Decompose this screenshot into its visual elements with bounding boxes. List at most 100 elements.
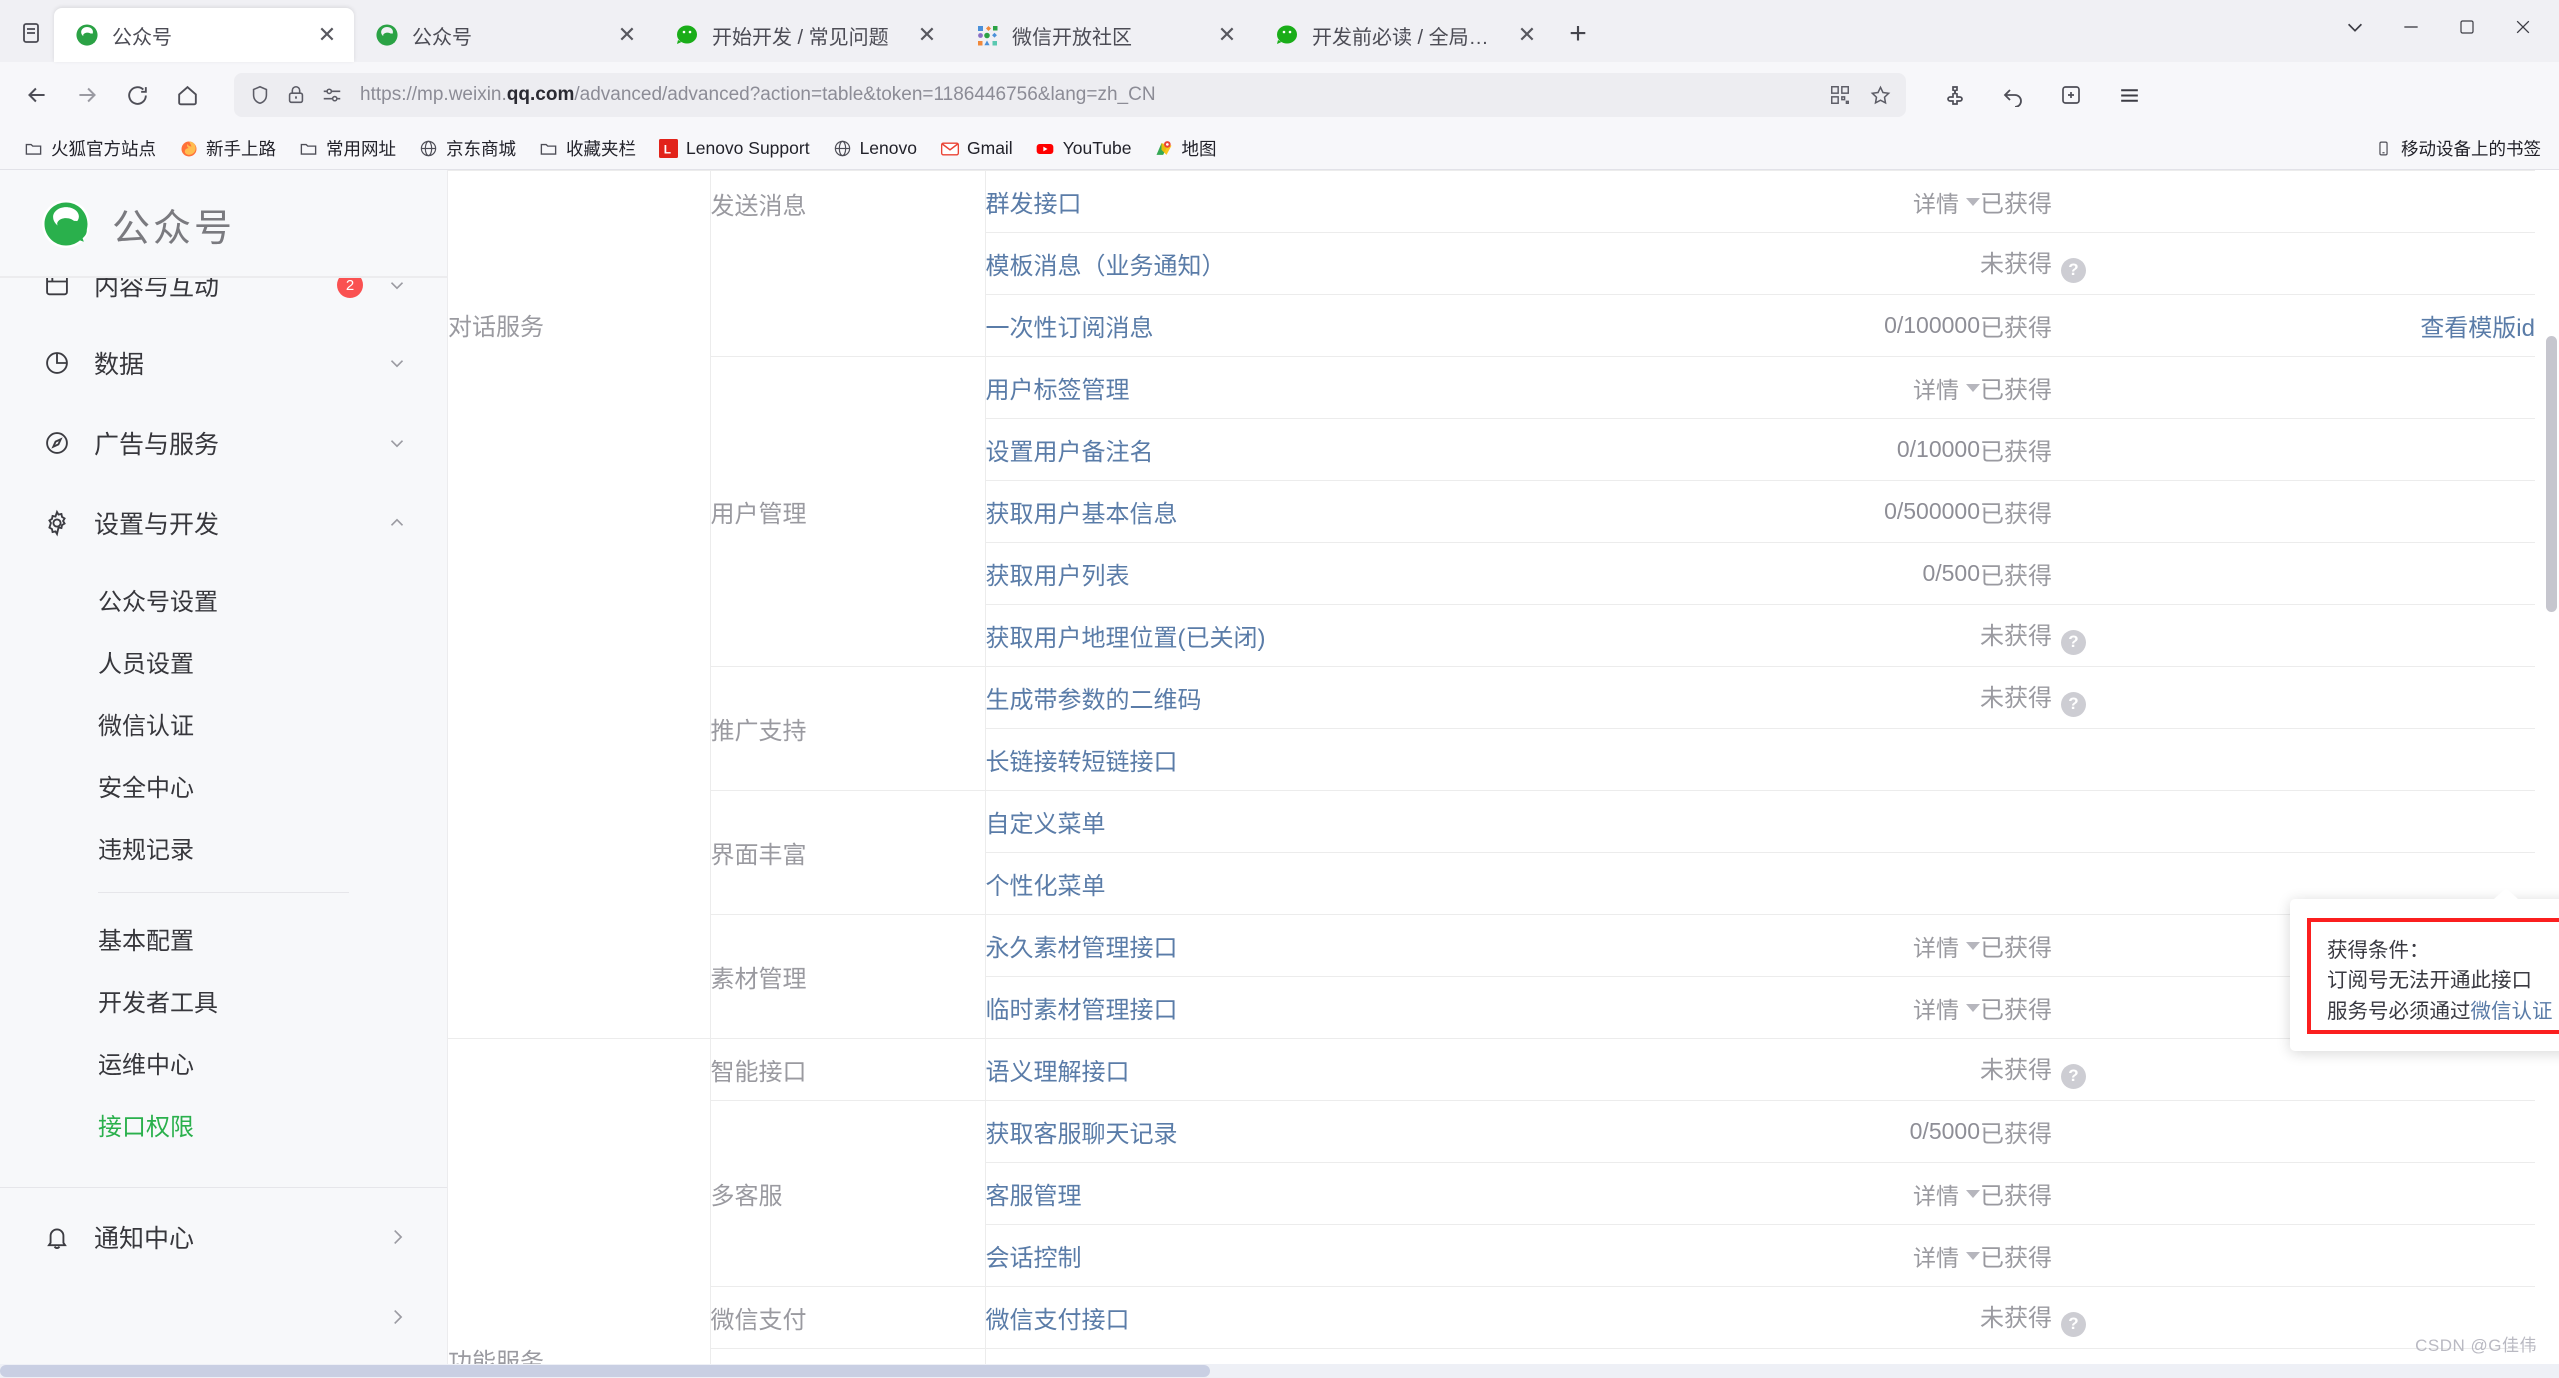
tab-close-icon[interactable]: ✕: [1514, 22, 1540, 48]
api-link[interactable]: 客服管理: [986, 1183, 1082, 1210]
browser-tab-0[interactable]: 公众号 ✕: [54, 8, 354, 62]
home-button-icon[interactable]: [164, 72, 210, 118]
sidebar-item-developer-tools[interactable]: 开发者工具: [0, 969, 447, 1031]
api-link[interactable]: 个性化菜单: [986, 873, 1106, 900]
sidebar-item-ads-services[interactable]: 广告与服务: [0, 412, 447, 474]
browser-menu-icon[interactable]: [2106, 72, 2152, 118]
sidebar-item-violation-records[interactable]: 违规记录: [0, 816, 447, 878]
tab-list-button[interactable]: [8, 10, 54, 56]
vertical-scrollbar-thumb[interactable]: [2546, 336, 2557, 612]
minimize-button[interactable]: [2385, 6, 2437, 48]
bookmark-item-1[interactable]: 新手上路: [169, 132, 285, 165]
api-link[interactable]: 获取用户列表: [986, 563, 1130, 590]
sidebar-item-content[interactable]: 内容与互动 2: [0, 278, 447, 316]
sidebar-item-notification-center[interactable]: 通知中心: [0, 1206, 447, 1268]
tab-close-icon[interactable]: ✕: [914, 22, 940, 48]
api-link[interactable]: 获取用户基本信息: [986, 501, 1178, 528]
sidebar-item-api-permissions[interactable]: 接口权限: [0, 1093, 447, 1155]
horizontal-scrollbar[interactable]: [0, 1364, 2559, 1378]
api-link[interactable]: 一次性订阅消息: [986, 315, 1154, 342]
tooltip-line-1: 订阅号无法开通此接口: [2327, 969, 2532, 993]
extensions-icon[interactable]: [1932, 72, 1978, 118]
api-link[interactable]: 微信支付接口: [986, 1307, 1130, 1334]
bookmark-item-5[interactable]: L Lenovo Support: [649, 134, 819, 163]
table-cell-api-name: 微信支付接口: [985, 1286, 1685, 1349]
new-tab-button[interactable]: +: [1554, 10, 1602, 58]
qr-code-icon[interactable]: [1828, 83, 1852, 107]
api-link[interactable]: 获取客服聊天记录: [986, 1121, 1178, 1148]
back-button-icon[interactable]: [14, 72, 60, 118]
help-icon[interactable]: ?: [2061, 629, 2086, 655]
detail-dropdown[interactable]: 详情: [1913, 991, 1980, 1025]
save-to-collection-icon[interactable]: [2048, 72, 2094, 118]
sidebar-item-staff-settings[interactable]: 人员设置: [0, 630, 447, 692]
tab-overflow-chevron-down-icon[interactable]: [2329, 6, 2381, 48]
table-cell-quota: 详情: [1685, 356, 1980, 419]
maximize-button[interactable]: [2441, 6, 2493, 48]
tab-close-icon[interactable]: ✕: [314, 22, 340, 48]
tab-close-icon[interactable]: ✕: [614, 22, 640, 48]
wechat-certification-link[interactable]: 微信认证: [2471, 1000, 2553, 1023]
table-cell-quota: [1685, 852, 1980, 915]
bookmark-mobile-folder[interactable]: 移动设备上的书签: [2364, 132, 2545, 165]
sidebar-item-operations-center[interactable]: 运维中心: [0, 1031, 447, 1093]
sidebar-item-security-center[interactable]: 安全中心: [0, 754, 447, 816]
table-cell-api-name: 客服管理: [985, 1162, 1685, 1225]
api-link[interactable]: 生成带参数的二维码: [986, 687, 1202, 714]
close-window-button[interactable]: [2497, 6, 2549, 48]
sidebar-item-wechat-certification[interactable]: 微信认证: [0, 692, 447, 754]
address-bar[interactable]: https://mp.weixin.qq.com/advanced/advanc…: [234, 73, 1906, 117]
api-link[interactable]: 设置用户备注名: [986, 439, 1154, 466]
help-icon[interactable]: ?: [2061, 1311, 2086, 1337]
bookmark-star-icon[interactable]: [1868, 83, 1892, 107]
bookmark-item-4[interactable]: 收藏夹栏: [529, 132, 645, 165]
reload-button-icon[interactable]: [114, 72, 160, 118]
api-link[interactable]: 自定义菜单: [986, 811, 1106, 838]
api-link[interactable]: 会话控制: [986, 1245, 1082, 1272]
shield-icon[interactable]: [248, 83, 272, 107]
api-link[interactable]: 模板消息（业务通知）: [986, 253, 1226, 280]
lock-warning-icon[interactable]: [284, 83, 308, 107]
bookmark-item-3[interactable]: 京东商城: [409, 132, 525, 165]
help-icon[interactable]: ?: [2061, 691, 2086, 717]
sidebar-item-mp-settings[interactable]: 公众号设置: [0, 568, 447, 630]
page-settings-icon[interactable]: [320, 83, 344, 107]
sidebar-item-data[interactable]: 数据: [0, 332, 447, 394]
api-link[interactable]: 长链接转短链接口: [986, 749, 1178, 776]
detail-dropdown[interactable]: 详情: [1913, 929, 1980, 963]
vertical-scrollbar[interactable]: [2543, 170, 2559, 1378]
history-back-arrow-icon[interactable]: [1990, 72, 2036, 118]
api-link[interactable]: 语义理解接口: [986, 1059, 1130, 1086]
help-icon[interactable]: ?: [2061, 257, 2086, 283]
bookmark-item-8[interactable]: YouTube: [1026, 134, 1141, 163]
tab-close-icon[interactable]: ✕: [1214, 22, 1240, 48]
browser-tab-2[interactable]: 开始开发 / 常见问题 ✕: [654, 8, 954, 62]
bookmark-item-6[interactable]: Lenovo: [823, 134, 926, 163]
table-row: 功能服务 智能接口 语义理解接口 未获得?: [448, 1038, 2535, 1378]
bookmark-item-2[interactable]: 常用网址: [289, 132, 405, 165]
sidebar-item-account[interactable]: [0, 1286, 447, 1348]
browser-tab-4[interactable]: 开发前必读 / 全局返回码说明 ✕: [1254, 8, 1554, 62]
view-template-id-link[interactable]: 查看模版id: [2420, 315, 2535, 342]
browser-tab-1[interactable]: 公众号 ✕: [354, 8, 654, 62]
bookmark-item-7[interactable]: Gmail: [930, 134, 1022, 163]
browser-tab-3[interactable]: 微信开放社区 ✕: [954, 8, 1254, 62]
detail-dropdown[interactable]: 详情: [1913, 185, 1980, 219]
detail-dropdown[interactable]: 详情: [1913, 1239, 1980, 1273]
api-link[interactable]: 获取用户地理位置(已关闭): [986, 625, 1266, 652]
api-link[interactable]: 群发接口: [986, 191, 1082, 218]
help-icon[interactable]: ?: [2061, 1063, 2086, 1089]
api-link[interactable]: 用户标签管理: [986, 377, 1130, 404]
caret-down-icon: [1966, 1003, 1980, 1012]
detail-dropdown[interactable]: 详情: [1913, 1177, 1980, 1211]
api-link[interactable]: 临时素材管理接口: [986, 997, 1178, 1024]
wechat-mp-green-logo-icon: [38, 196, 94, 252]
api-link[interactable]: 永久素材管理接口: [986, 935, 1178, 962]
forward-button-icon[interactable]: [64, 72, 110, 118]
sidebar-item-basic-config[interactable]: 基本配置: [0, 907, 447, 969]
bookmark-item-9[interactable]: 地图: [1144, 132, 1225, 165]
detail-dropdown[interactable]: 详情: [1913, 371, 1980, 405]
bookmark-item-0[interactable]: 火狐官方站点: [14, 132, 165, 165]
horizontal-scrollbar-thumb[interactable]: [0, 1365, 1210, 1377]
sidebar-item-settings-development[interactable]: 设置与开发: [0, 492, 447, 554]
